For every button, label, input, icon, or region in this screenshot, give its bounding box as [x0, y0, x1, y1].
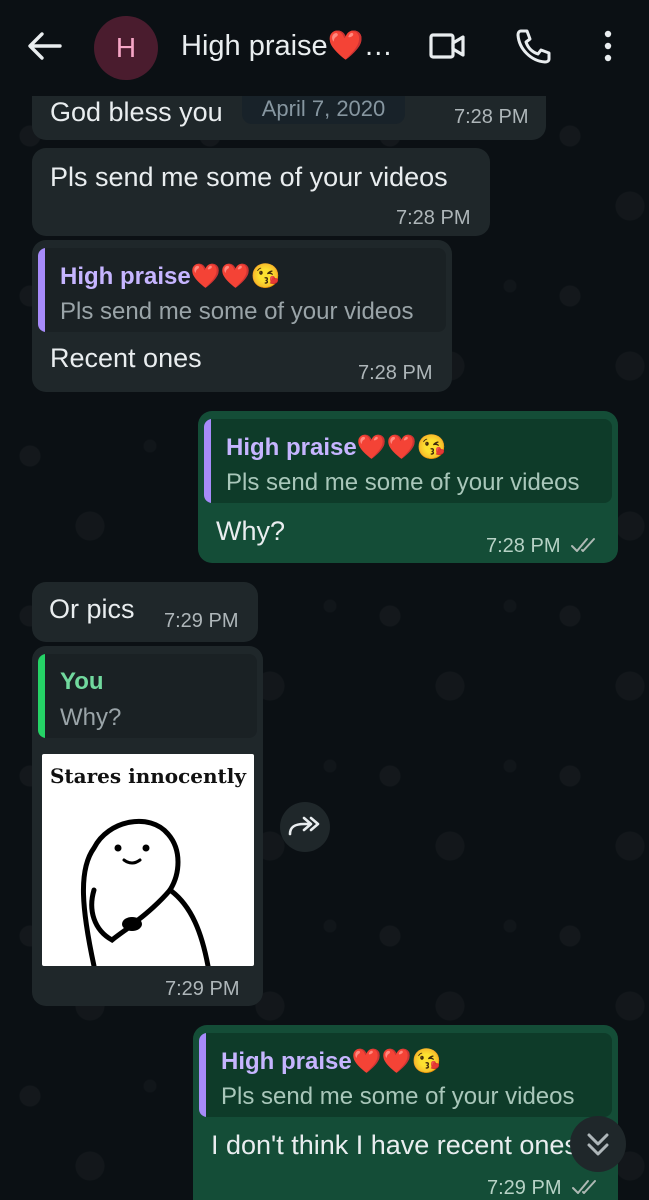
quote-accent-bar: [38, 248, 45, 332]
quote-text: Pls send me some of your videos: [226, 469, 580, 496]
message-bubble-outgoing[interactable]: High praise❤️❤️😘 Pls send me some of you…: [198, 411, 618, 563]
more-options-button[interactable]: [586, 24, 630, 68]
quote-author: High praise❤️❤️😘: [60, 263, 281, 290]
double-check-icon: [571, 538, 595, 552]
quoted-message[interactable]: High praise❤️❤️😘 Pls send me some of you…: [204, 419, 612, 503]
avatar[interactable]: H: [94, 16, 158, 80]
message-time: 7:29 PM: [487, 1177, 562, 1199]
quote-accent-bar: [199, 1033, 206, 1117]
message-text: God bless you: [50, 97, 223, 127]
chat-header: H High praise❤️…: [0, 0, 649, 96]
double-check-icon: [572, 1180, 596, 1194]
quote-accent-bar: [38, 654, 45, 738]
quote-author: You: [60, 668, 104, 695]
blob-character-drawing: [81, 818, 211, 966]
double-chevron-down-icon: [587, 1133, 609, 1156]
message-bubble-incoming[interactable]: High praise❤️❤️😘 Pls send me some of you…: [32, 240, 452, 392]
message-time: 7:29 PM: [164, 610, 239, 632]
quote-text: Pls send me some of your videos: [221, 1083, 575, 1110]
more-vertical-icon: [604, 30, 612, 62]
quoted-message[interactable]: High praise❤️❤️😘 Pls send me some of you…: [199, 1033, 612, 1117]
message-bubble-incoming[interactable]: Pls send me some of your videos 7:28 PM: [32, 148, 490, 236]
message-time: 7:28 PM: [486, 535, 561, 557]
quote-author: High praise❤️❤️😘: [226, 434, 447, 461]
sticker-caption: Stares innocently: [49, 764, 247, 788]
message-bubble-incoming[interactable]: Or pics 7:29 PM: [32, 582, 258, 642]
back-button[interactable]: [22, 26, 66, 66]
message-bubble-incoming[interactable]: You Why? Stares innocently 7:29 PM: [32, 646, 263, 1006]
message-time: 7:28 PM: [454, 106, 529, 128]
quote-text: Why?: [60, 704, 122, 731]
quoted-message[interactable]: High praise❤️❤️😘 Pls send me some of you…: [38, 248, 446, 332]
message-text: I don't think I have recent ones: [211, 1130, 578, 1160]
message-text: Pls send me some of your videos: [50, 162, 448, 192]
arrow-left-icon: [28, 32, 62, 60]
quoted-message[interactable]: You Why?: [38, 654, 257, 738]
chat-title[interactable]: High praise❤️…: [181, 26, 403, 66]
message-time: 7:29 PM: [165, 978, 240, 1000]
quote-text: Pls send me some of your videos: [60, 298, 414, 325]
message-list[interactable]: God bless you 7:28 PM April 7, 2020 Pls …: [0, 96, 649, 1200]
message-time: 7:28 PM: [358, 362, 433, 384]
forward-button[interactable]: [280, 802, 330, 852]
forward-double-arrow-icon: [288, 816, 320, 836]
sticker-image[interactable]: Stares innocently: [42, 754, 254, 966]
scroll-to-bottom-button[interactable]: [570, 1116, 626, 1172]
message-text: Or pics: [49, 594, 135, 624]
quote-accent-bar: [204, 419, 211, 503]
voice-call-button[interactable]: [511, 24, 555, 68]
message-text: Why?: [216, 516, 286, 546]
phone-icon: [516, 29, 551, 64]
quote-author: High praise❤️❤️😘: [221, 1048, 442, 1075]
message-bubble-outgoing[interactable]: High praise❤️❤️😘 Pls send me some of you…: [193, 1025, 618, 1200]
video-camera-icon: [429, 33, 465, 59]
date-chip: April 7, 2020: [242, 96, 405, 124]
video-call-button[interactable]: [425, 24, 469, 68]
message-time: 7:28 PM: [396, 207, 471, 229]
message-text: Recent ones: [50, 343, 202, 373]
